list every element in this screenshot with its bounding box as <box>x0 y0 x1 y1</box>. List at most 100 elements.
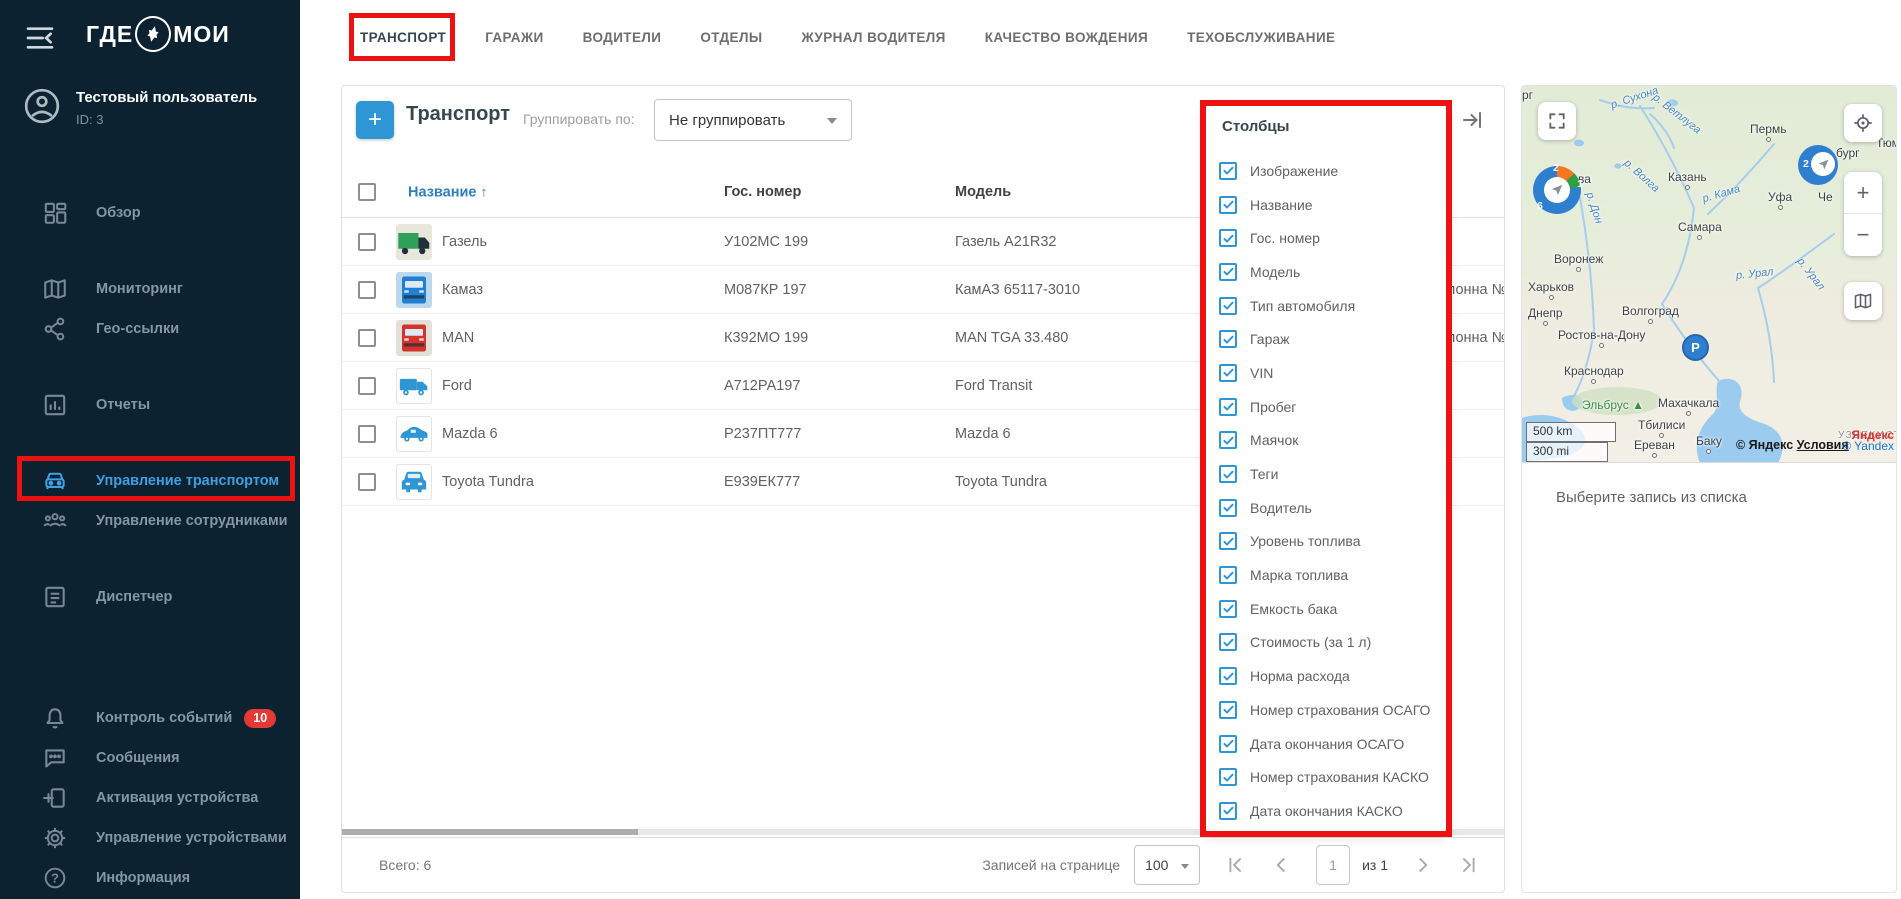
sidebar-item-map[interactable]: Мониторинг <box>0 269 300 309</box>
sidebar-item-info[interactable]: ?Информация <box>0 858 300 898</box>
checkbox-checked-icon[interactable] <box>1219 162 1237 180</box>
sidebar-item-bell[interactable]: Контроль событий10 <box>0 698 300 738</box>
next-page-button[interactable] <box>1412 854 1434 876</box>
sidebar-item-activation[interactable]: Активация устройства <box>0 778 300 818</box>
city-dot <box>1652 453 1657 458</box>
city-dot <box>1599 343 1604 348</box>
checkbox-checked-icon[interactable] <box>1219 297 1237 315</box>
checkbox-checked-icon[interactable] <box>1219 196 1237 214</box>
group-by-value: Не группировать <box>669 112 785 129</box>
column-toggle-номер-страхования-каско[interactable]: Номер страхования КАСКО <box>1206 760 1446 794</box>
column-toggle-пробег[interactable]: Пробег <box>1206 390 1446 424</box>
column-header-name[interactable]: Название↑ <box>408 183 487 200</box>
user-block[interactable]: Тестовый пользователь ID: 3 <box>22 86 257 127</box>
scrollbar-thumb[interactable] <box>342 829 638 835</box>
checkbox-checked-icon[interactable] <box>1219 633 1237 651</box>
terms-link[interactable]: Условия <box>1797 438 1849 452</box>
column-toggle-номер-страхования-осаго[interactable]: Номер страхования ОСАГО <box>1206 693 1446 727</box>
sidebar-item-people[interactable]: Управление сотрудниками <box>0 501 300 541</box>
column-toggle-дата-окончания-осаго[interactable]: Дата окончания ОСАГО <box>1206 727 1446 761</box>
checkbox-checked-icon[interactable] <box>1219 398 1237 416</box>
row-checkbox[interactable] <box>358 377 376 395</box>
cell-name: Газель <box>442 234 487 250</box>
prev-page-button[interactable] <box>1270 854 1292 876</box>
map-label-city: Уфа <box>1768 190 1792 210</box>
yandex-logo[interactable]: Яндекс © Yandex <box>1842 430 1894 452</box>
map-view[interactable]: ргПермьТюмбургКазаньЧеваУфаСамараВоронеж… <box>1522 86 1896 463</box>
per-page-select[interactable]: 100 <box>1134 845 1200 885</box>
zoom-out-button[interactable]: − <box>1844 214 1882 256</box>
checkbox-checked-icon[interactable] <box>1219 667 1237 685</box>
column-toggle-уровень-топлива[interactable]: Уровень топлива <box>1206 525 1446 559</box>
fullscreen-button[interactable] <box>1538 102 1576 140</box>
checkbox-checked-icon[interactable] <box>1219 532 1237 550</box>
column-toggle-название[interactable]: Название <box>1206 188 1446 222</box>
checkbox-checked-icon[interactable] <box>1219 364 1237 382</box>
checkbox-checked-icon[interactable] <box>1219 802 1237 820</box>
add-vehicle-button[interactable]: + <box>356 101 394 139</box>
zoom-in-button[interactable]: + <box>1844 172 1882 214</box>
sidebar-item-report[interactable]: Отчеты <box>0 385 300 425</box>
sidebar-item-dashboard[interactable]: Обзор <box>0 193 300 233</box>
first-page-button[interactable] <box>1224 854 1246 876</box>
checkbox-checked-icon[interactable] <box>1219 499 1237 517</box>
map-point-marker[interactable]: Р <box>1682 334 1709 361</box>
column-header-model[interactable]: Модель <box>955 184 1011 200</box>
page-number-input[interactable]: 1 <box>1316 845 1350 885</box>
column-toggle-водитель[interactable]: Водитель <box>1206 491 1446 525</box>
row-checkbox[interactable] <box>358 233 376 251</box>
map-cluster-left[interactable]: 216 <box>1533 166 1581 214</box>
collapse-panel-icon[interactable] <box>1460 108 1484 132</box>
column-toggle-дата-окончания-каско[interactable]: Дата окончания КАСКО <box>1206 794 1446 828</box>
row-checkbox[interactable] <box>358 425 376 443</box>
tab-журнал-водителя[interactable]: ЖУРНАЛ ВОДИТЕЛЯ <box>801 30 945 45</box>
map-layers-button[interactable] <box>1844 282 1882 320</box>
checkbox-checked-icon[interactable] <box>1219 431 1237 449</box>
column-header-plate[interactable]: Гос. номер <box>724 184 801 200</box>
column-toggle-стоимость-за-1-л-[interactable]: Стоимость (за 1 л) <box>1206 626 1446 660</box>
column-toggle-норма-расхода[interactable]: Норма расхода <box>1206 659 1446 693</box>
row-checkbox[interactable] <box>358 329 376 347</box>
map-scale-mi: 300 mi <box>1526 442 1608 462</box>
checkbox-checked-icon[interactable] <box>1219 330 1237 348</box>
tab-техобслуживание[interactable]: ТЕХОБСЛУЖИВАНИЕ <box>1187 30 1335 45</box>
column-toggle-изображение[interactable]: Изображение <box>1206 154 1446 188</box>
last-page-button[interactable] <box>1458 854 1480 876</box>
cell-plate: Е939ЕК777 <box>724 474 800 490</box>
checkbox-checked-icon[interactable] <box>1219 735 1237 753</box>
checkbox-checked-icon[interactable] <box>1219 263 1237 281</box>
tab-отделы[interactable]: ОТДЕЛЫ <box>700 30 762 45</box>
tab-качество-вождения[interactable]: КАЧЕСТВО ВОЖДЕНИЯ <box>985 30 1148 45</box>
tab-транспорт[interactable]: ТРАНСПОРТ <box>360 30 446 45</box>
checkbox-checked-icon[interactable] <box>1219 465 1237 483</box>
sidebar-item-label: Мониторинг <box>96 281 183 297</box>
column-toggle-vin[interactable]: VIN <box>1206 356 1446 390</box>
checkbox-checked-icon[interactable] <box>1219 600 1237 618</box>
sidebar-item-chat[interactable]: Сообщения <box>0 738 300 778</box>
map-cluster-right[interactable]: 2 <box>1798 145 1838 185</box>
sidebar-item-share[interactable]: Гео-ссылки <box>0 309 300 349</box>
row-checkbox[interactable] <box>358 473 376 491</box>
tab-гаражи[interactable]: ГАРАЖИ <box>485 30 543 45</box>
column-toggle-модель[interactable]: Модель <box>1206 255 1446 289</box>
checkbox-checked-icon[interactable] <box>1219 566 1237 584</box>
menu-toggle-icon[interactable] <box>24 22 56 54</box>
column-toggle-гараж[interactable]: Гараж <box>1206 322 1446 356</box>
locate-button[interactable] <box>1844 104 1882 142</box>
checkbox-checked-icon[interactable] <box>1219 229 1237 247</box>
column-toggle-гос-номер[interactable]: Гос. номер <box>1206 221 1446 255</box>
row-checkbox[interactable] <box>358 281 376 299</box>
select-all-checkbox[interactable] <box>358 183 376 201</box>
sidebar-item-dispatcher[interactable]: Диспетчер <box>0 577 300 617</box>
column-toggle-маячок[interactable]: Маячок <box>1206 424 1446 458</box>
column-toggle-емкость-бака[interactable]: Емкость бака <box>1206 592 1446 626</box>
group-by-select[interactable]: Не группировать <box>654 99 852 141</box>
sidebar-item-gear[interactable]: Управление устройствами <box>0 818 300 858</box>
sidebar-item-car[interactable]: Управление транспортом <box>0 461 300 501</box>
checkbox-checked-icon[interactable] <box>1219 701 1237 719</box>
column-toggle-тип-автомобиля[interactable]: Тип автомобиля <box>1206 289 1446 323</box>
tab-водители[interactable]: ВОДИТЕЛИ <box>583 30 662 45</box>
column-toggle-теги[interactable]: Теги <box>1206 457 1446 491</box>
column-toggle-марка-топлива[interactable]: Марка топлива <box>1206 558 1446 592</box>
checkbox-checked-icon[interactable] <box>1219 768 1237 786</box>
